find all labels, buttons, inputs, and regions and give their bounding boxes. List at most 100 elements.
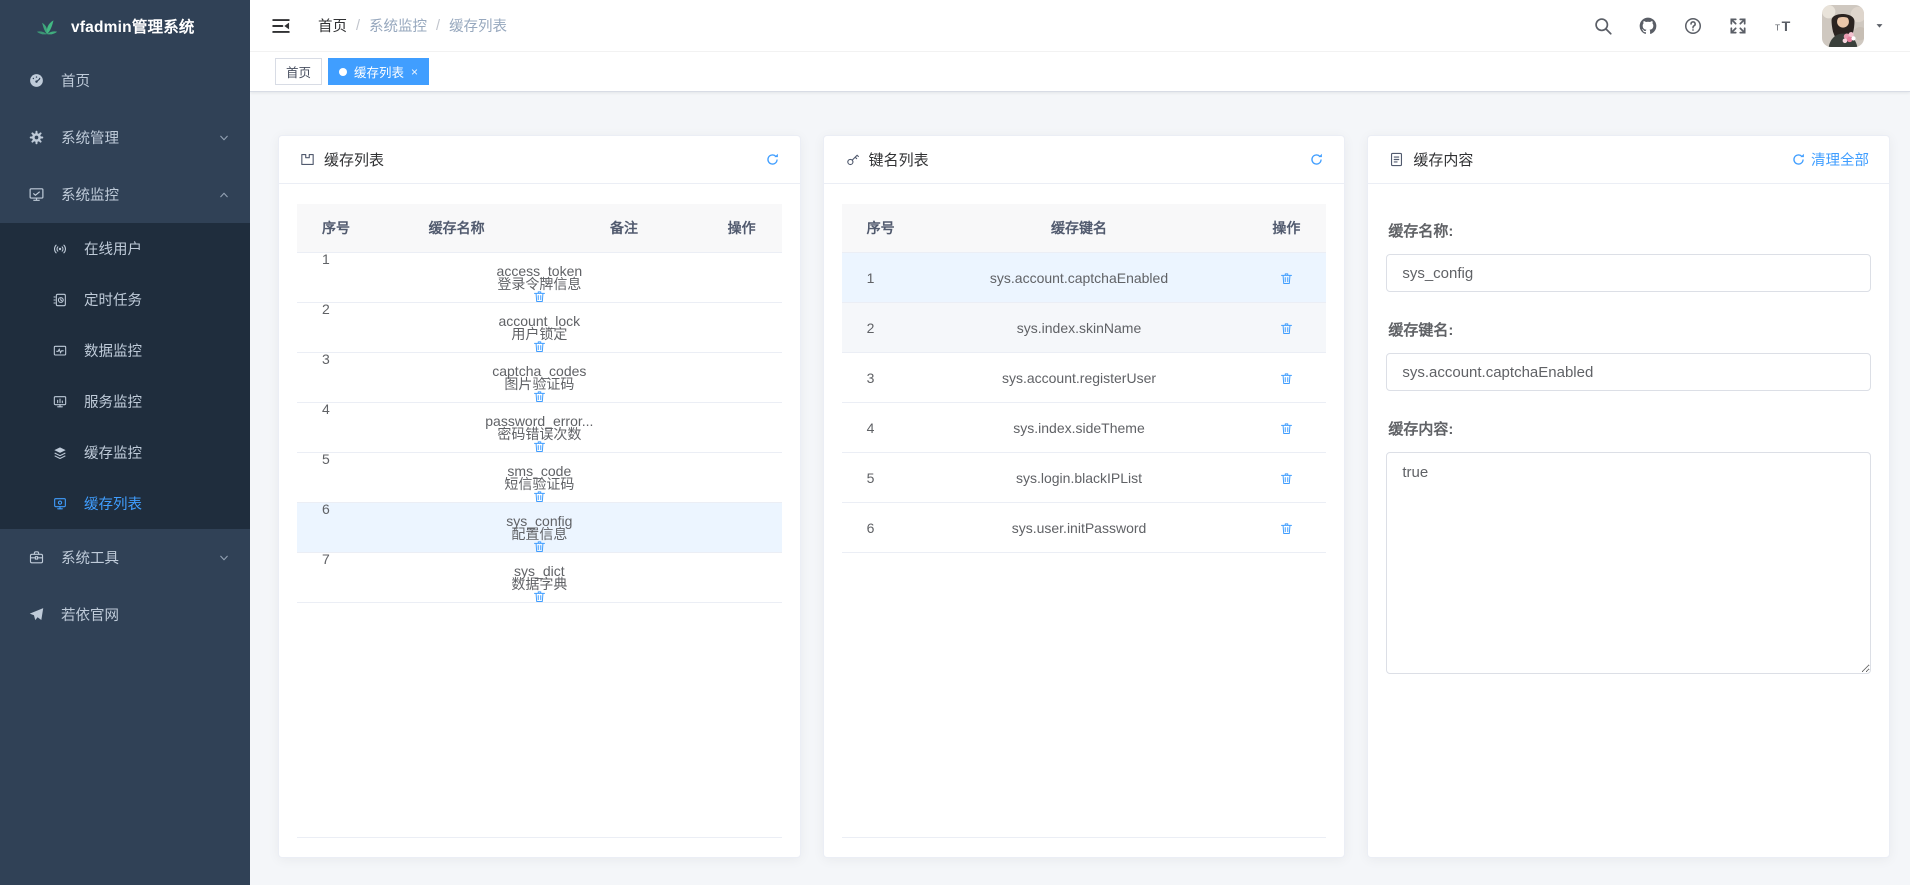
tab-cache-list[interactable]: 缓存列表 × <box>328 58 429 85</box>
sidebar-submenu-monitor: 在线用户 定时任务 数据监控 服务监控 缓存监控 缓存列表 <box>0 223 250 529</box>
clear-all-button[interactable]: 清理全部 <box>1791 149 1869 170</box>
table-header-row: 序号 缓存键名 操作 <box>842 204 1327 253</box>
server-monitor-icon <box>52 394 68 410</box>
table-row[interactable]: 2 sys.index.skinName <box>842 303 1327 353</box>
active-dot-icon <box>339 68 347 76</box>
logo-icon <box>34 13 60 39</box>
key-list-card: 键名列表 序号 缓存键名 操作 1 sys.account.captchaEna… <box>823 135 1346 858</box>
delete-icon[interactable] <box>1279 521 1294 536</box>
sidebar-item-label: 首页 <box>61 70 90 91</box>
sidebar-item-system-tools[interactable]: 系统工具 <box>0 529 250 586</box>
delete-icon[interactable] <box>1279 371 1294 386</box>
cache-key-label: 缓存键名: <box>1388 319 1869 340</box>
table-row-selected[interactable]: 6 sys_config 配置信息 <box>297 503 782 553</box>
chevron-down-icon <box>218 132 230 144</box>
key-list-table: 序号 缓存键名 操作 1 sys.account.captchaEnabled … <box>842 204 1327 838</box>
sidebar-item-scheduled-tasks[interactable]: 定时任务 <box>0 274 250 325</box>
table-row[interactable]: 6 sys.user.initPassword <box>842 503 1327 553</box>
search-icon[interactable] <box>1593 16 1613 36</box>
table-row[interactable]: 3 sys.account.registerUser <box>842 353 1327 403</box>
sidebar-item-system-monitor[interactable]: 系统监控 <box>0 166 250 223</box>
sidebar-item-label: 缓存列表 <box>84 493 142 514</box>
cache-value-textarea[interactable]: true <box>1386 452 1871 674</box>
sidebar-item-online-users[interactable]: 在线用户 <box>0 223 250 274</box>
cache-list-card-body: 序号 缓存名称 备注 操作 1 access_token 登录令牌信息 2 ac… <box>279 184 800 858</box>
github-icon[interactable] <box>1638 16 1658 36</box>
app-logo[interactable]: vfadmin管理系统 <box>0 0 250 52</box>
table-row[interactable]: 5 sms_code 短信验证码 <box>297 453 782 503</box>
close-icon[interactable]: × <box>411 66 418 78</box>
table-row[interactable]: 1 access_token 登录令牌信息 <box>297 253 782 303</box>
cache-key-input[interactable] <box>1386 353 1871 391</box>
refresh-icon[interactable] <box>765 152 780 167</box>
refresh-icon[interactable] <box>1309 152 1324 167</box>
avatar[interactable] <box>1822 5 1864 47</box>
sidebar-item-service-monitor[interactable]: 服务监控 <box>0 376 250 427</box>
sidebar-item-label: 数据监控 <box>84 340 142 361</box>
main-content: 缓存列表 序号 缓存名称 备注 操作 1 access_token 登录令牌信息 <box>250 92 1910 885</box>
sidebar-item-home[interactable]: 首页 <box>0 52 250 109</box>
tab-home[interactable]: 首页 <box>275 58 322 85</box>
table-header-row: 序号 缓存名称 备注 操作 <box>297 204 782 253</box>
delete-icon[interactable] <box>1279 271 1294 286</box>
sidebar-item-cache-monitor[interactable]: 缓存监控 <box>0 427 250 478</box>
breadcrumb-cache-list: 缓存列表 <box>449 15 507 36</box>
cache-list-card: 缓存列表 序号 缓存名称 备注 操作 1 access_token 登录令牌信息 <box>278 135 801 858</box>
table-row[interactable]: 7 sys_dict 数据字典 <box>297 553 782 603</box>
table-row[interactable]: 5 sys.login.blackIPList <box>842 453 1327 503</box>
breadcrumb-home[interactable]: 首页 <box>318 15 347 36</box>
chevron-up-icon <box>218 189 230 201</box>
data-monitor-icon <box>52 343 68 359</box>
cache-content-card: 缓存内容 清理全部 缓存名称: 缓存键名: 缓存内容: true <box>1367 135 1890 858</box>
sidebar-item-label: 系统管理 <box>61 127 119 148</box>
dashboard-icon <box>28 72 45 89</box>
table-row[interactable]: 2 account_lock 用户锁定 <box>297 303 782 353</box>
font-size-icon[interactable] <box>1773 16 1797 36</box>
timer-icon <box>52 292 68 308</box>
col-index: 序号 <box>842 218 912 238</box>
table-row[interactable]: 4 password_error... 密码错误次数 <box>297 403 782 453</box>
tab-bar: 首页 缓存列表 × <box>250 52 1910 92</box>
card-title: 键名列表 <box>869 149 929 170</box>
delete-icon[interactable] <box>1279 421 1294 436</box>
key-icon <box>844 151 861 168</box>
breadcrumb-separator: / <box>356 18 360 34</box>
app-title: vfadmin管理系统 <box>71 15 195 37</box>
table-row[interactable]: 3 captcha_codes 图片验证码 <box>297 353 782 403</box>
clear-all-label: 清理全部 <box>1811 149 1869 170</box>
sidebar-item-system-management[interactable]: 系统管理 <box>0 109 250 166</box>
breadcrumb-separator: / <box>436 18 440 34</box>
fold-sidebar-icon[interactable] <box>270 15 292 37</box>
delete-icon[interactable] <box>532 589 547 604</box>
fullscreen-icon[interactable] <box>1728 16 1748 36</box>
user-menu[interactable] <box>1822 5 1886 47</box>
cache-content-form: 缓存名称: 缓存键名: 缓存内容: true <box>1368 184 1889 699</box>
sidebar-item-label: 系统监控 <box>61 184 119 205</box>
sidebar-item-label: 在线用户 <box>84 238 142 259</box>
tab-label: 首页 <box>286 62 311 81</box>
sidebar-item-official-site[interactable]: 若依官网 <box>0 586 250 643</box>
col-remark: 备注 <box>546 218 701 238</box>
caret-down-icon[interactable] <box>1873 19 1886 32</box>
cache-list-icon <box>52 496 68 512</box>
layers-icon <box>52 445 68 461</box>
table-row-selected[interactable]: 1 sys.account.captchaEnabled <box>842 253 1327 303</box>
help-icon[interactable] <box>1683 16 1703 36</box>
delete-icon[interactable] <box>1279 471 1294 486</box>
sidebar-item-label: 服务监控 <box>84 391 142 412</box>
chevron-down-icon <box>218 552 230 564</box>
breadcrumb-system-monitor: 系统监控 <box>369 15 427 36</box>
table-row[interactable]: 4 sys.index.sideTheme <box>842 403 1327 453</box>
sidebar-item-label: 若依官网 <box>61 604 119 625</box>
sidebar-item-data-monitor[interactable]: 数据监控 <box>0 325 250 376</box>
tab-label: 缓存列表 <box>354 62 404 81</box>
key-list-card-header: 键名列表 <box>824 136 1345 184</box>
cache-value-label: 缓存内容: <box>1388 418 1869 439</box>
paper-plane-icon <box>28 606 45 623</box>
delete-icon[interactable] <box>1279 321 1294 336</box>
breadcrumb: 首页 / 系统监控 / 缓存列表 <box>318 15 507 36</box>
sidebar-item-label: 缓存监控 <box>84 442 142 463</box>
sidebar-item-cache-list[interactable]: 缓存列表 <box>0 478 250 529</box>
cache-name-input[interactable] <box>1386 254 1871 292</box>
refresh-icon <box>1791 152 1806 167</box>
